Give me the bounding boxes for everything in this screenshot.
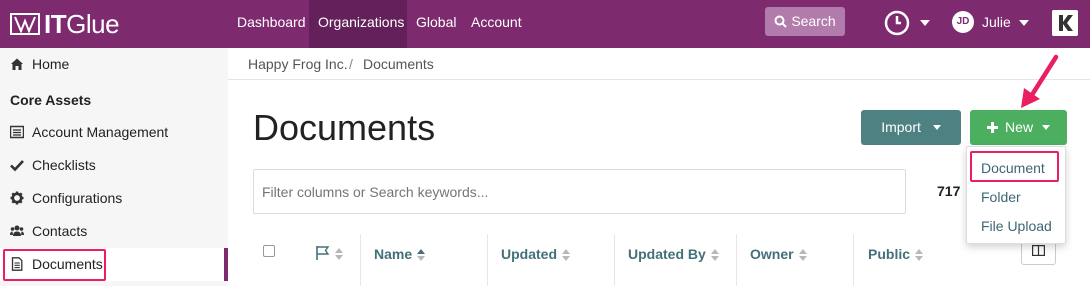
document-highlight-annotation bbox=[970, 151, 1059, 182]
logo-wordmark: ITGlue bbox=[44, 8, 120, 39]
kaseya-k-icon[interactable] bbox=[1052, 10, 1078, 36]
columns-icon bbox=[1032, 245, 1045, 256]
home-icon bbox=[11, 58, 23, 70]
filter-search-input[interactable] bbox=[253, 169, 906, 214]
sort-icon bbox=[710, 249, 720, 262]
user-menu-caret-icon[interactable] bbox=[1019, 20, 1029, 26]
select-all-checkbox[interactable] bbox=[263, 245, 275, 257]
sidebar-item-configurations[interactable]: Configurations bbox=[0, 182, 228, 215]
nav-dashboard[interactable]: Dashboard bbox=[228, 0, 315, 48]
sidebar-item-label: Account Management bbox=[32, 124, 169, 140]
search-icon bbox=[774, 15, 788, 28]
record-count: 717 bbox=[937, 183, 961, 199]
column-header-name[interactable]: Name bbox=[374, 246, 426, 262]
nav-organizations[interactable]: Organizations bbox=[309, 0, 407, 48]
sidebar-item-checklists[interactable]: Checklists bbox=[0, 149, 228, 182]
menu-item-folder[interactable]: Folder bbox=[981, 189, 1021, 205]
sidebar-item-label: Configurations bbox=[32, 190, 123, 206]
menu-item-file-upload[interactable]: File Upload bbox=[981, 218, 1052, 234]
user-avatar[interactable]: JD bbox=[952, 11, 974, 33]
sidebar-section-core-assets: Core Assets bbox=[10, 92, 92, 108]
column-divider bbox=[614, 234, 615, 286]
sidebar-item-account-management[interactable]: Account Management bbox=[0, 116, 228, 149]
flag-sort-icon[interactable] bbox=[335, 248, 344, 260]
column-divider bbox=[736, 234, 737, 286]
sort-icon bbox=[562, 249, 571, 262]
column-header-updated-by[interactable]: Updated By bbox=[628, 246, 720, 262]
nav-account[interactable]: Account bbox=[462, 0, 531, 48]
sort-ascending-icon bbox=[417, 249, 426, 262]
sidebar-item-contacts[interactable]: Contacts bbox=[0, 215, 228, 248]
gear-icon bbox=[10, 191, 24, 205]
sidebar-item-home[interactable]: Home bbox=[0, 48, 228, 81]
sidebar-item-label: Contacts bbox=[32, 223, 88, 239]
user-name[interactable]: Julie bbox=[982, 14, 1011, 30]
page-title: Documents bbox=[253, 107, 436, 148]
plus-icon bbox=[987, 122, 999, 133]
new-button[interactable]: New bbox=[970, 110, 1067, 145]
recent-dropdown-caret-icon[interactable] bbox=[920, 20, 930, 26]
column-header-owner[interactable]: Owner bbox=[750, 246, 808, 262]
users-icon bbox=[10, 225, 24, 236]
column-header-updated[interactable]: Updated bbox=[501, 246, 571, 262]
sort-icon bbox=[798, 249, 808, 262]
itglue-logo[interactable]: ITGlue bbox=[10, 8, 120, 39]
sort-icon bbox=[915, 249, 924, 262]
breadcrumb-current: Documents bbox=[363, 56, 434, 72]
flag-icon[interactable] bbox=[315, 245, 331, 261]
annotation-arrow-icon bbox=[1021, 54, 1059, 108]
nav-global[interactable]: Global bbox=[407, 0, 465, 48]
sidebar-item-label: Checklists bbox=[32, 157, 96, 173]
itglue-logo-mark-icon bbox=[10, 13, 40, 35]
chevron-down-icon bbox=[1041, 125, 1050, 130]
search-button[interactable]: Search bbox=[765, 7, 845, 36]
breadcrumb-separator: / bbox=[349, 56, 353, 72]
column-divider bbox=[487, 234, 488, 286]
chevron-down-icon bbox=[932, 125, 941, 130]
column-divider bbox=[360, 234, 361, 286]
documents-highlight-annotation bbox=[3, 249, 106, 281]
import-button[interactable]: Import bbox=[861, 110, 961, 145]
sidebar-item-label: Home bbox=[32, 56, 70, 72]
column-header-public[interactable]: Public bbox=[868, 246, 924, 262]
list-icon bbox=[10, 125, 24, 139]
checkmark-icon bbox=[10, 160, 24, 172]
breadcrumb: Happy Frog Inc. / Documents bbox=[228, 48, 1090, 80]
clock-icon[interactable] bbox=[884, 10, 910, 36]
column-divider bbox=[853, 234, 854, 286]
top-nav-bar: ITGlue Dashboard Organizations Global Ac… bbox=[0, 0, 1090, 48]
breadcrumb-org-link[interactable]: Happy Frog Inc. bbox=[248, 56, 348, 72]
